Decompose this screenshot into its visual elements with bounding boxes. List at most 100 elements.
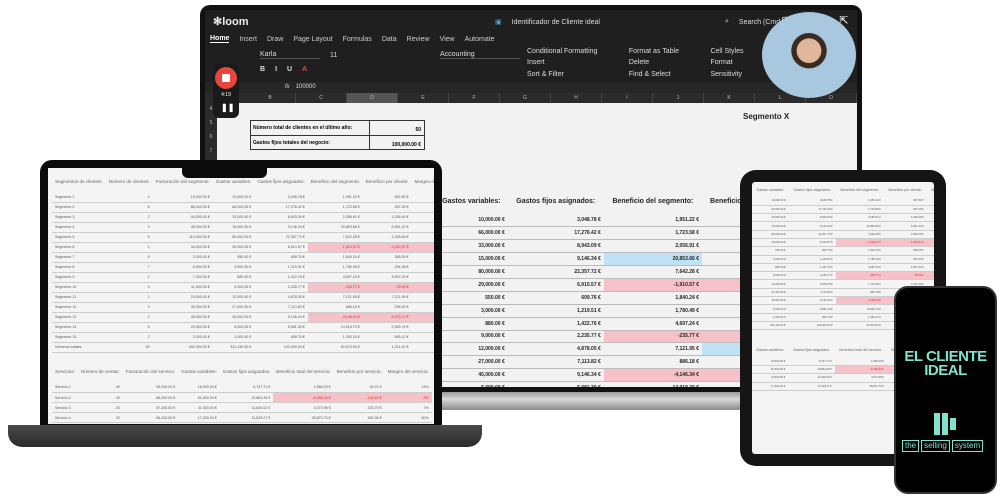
table-cell[interactable]: 9,000.00 € bbox=[212, 282, 255, 293]
table-cell[interactable]: 7% bbox=[926, 230, 934, 240]
table-cell[interactable]: 1,780.49 € bbox=[307, 262, 363, 273]
table-cell[interactable]: 1,840.24 € bbox=[835, 246, 884, 256]
find-select-button[interactable]: Find & Select bbox=[629, 71, 703, 80]
table-cell[interactable]: 67% bbox=[926, 263, 934, 273]
table-cell[interactable]: 45,000.00 € bbox=[435, 368, 508, 383]
tab-formulas[interactable]: Formulas bbox=[343, 36, 372, 43]
table-cell[interactable]: 3,048.78 € bbox=[507, 214, 604, 228]
table-cell[interactable]: 60,570.00 € bbox=[835, 321, 884, 331]
formula-bar[interactable]: fx 100000 bbox=[205, 82, 857, 93]
table-cell[interactable]: 33,000.00 € bbox=[752, 213, 789, 223]
table-cell[interactable]: 2,056.91 € bbox=[835, 213, 884, 223]
table-cell[interactable]: 22,357.72 € bbox=[254, 232, 308, 243]
table-cell[interactable]: 46% bbox=[411, 222, 434, 233]
table-cell[interactable]: 100,000.00 € bbox=[254, 342, 308, 353]
table-cell[interactable]: 27,000.00 € bbox=[435, 355, 508, 370]
table-cell[interactable]: -4,146.34 € bbox=[835, 296, 884, 306]
table-cell[interactable]: 2% bbox=[926, 205, 934, 215]
table-cell[interactable]: 7% bbox=[411, 232, 434, 243]
table-cell[interactable]: 66,000.00 € bbox=[435, 226, 508, 241]
table-cell[interactable]: 886.18 € bbox=[307, 302, 363, 313]
table-cell[interactable]: 609.76 € bbox=[254, 252, 308, 263]
table-cell[interactable]: 1,840.24 € bbox=[603, 291, 702, 305]
column-header-H[interactable]: H bbox=[551, 93, 602, 103]
table-cell[interactable]: -78.59 € bbox=[883, 271, 927, 281]
table-cell[interactable]: 9,146.34 € bbox=[788, 296, 836, 306]
table-cell[interactable]: 609.76 € bbox=[507, 291, 604, 305]
table-cell[interactable]: 6,951.22 € bbox=[883, 221, 927, 231]
table-cell[interactable]: 46% bbox=[926, 221, 934, 231]
tab-view[interactable]: View bbox=[440, 36, 455, 43]
table-cell[interactable]: 3,000.00 € bbox=[435, 304, 508, 318]
table-cell[interactable]: 20,853.66 € bbox=[835, 221, 884, 231]
table-cell[interactable]: 9,000.00 € bbox=[752, 271, 789, 281]
table-cell[interactable]: 13% bbox=[926, 197, 934, 206]
table-cell[interactable]: Segmento 5 bbox=[52, 232, 106, 243]
table-cell[interactable]: 3,048.78 € bbox=[788, 197, 836, 206]
table-cell[interactable]: 1,390.24 € bbox=[307, 332, 363, 343]
table-cell[interactable]: 14,918.70 € bbox=[835, 304, 884, 314]
table-cell[interactable]: 1,000.00 € bbox=[752, 313, 789, 322]
table-cell[interactable]: 4,878.05 € bbox=[254, 292, 308, 303]
table-cell[interactable]: 2% bbox=[411, 202, 434, 213]
table-cell[interactable]: 8,943.09 € bbox=[507, 239, 604, 254]
table-cell[interactable]: 5,081.30 € bbox=[254, 322, 308, 333]
table-cell[interactable]: 9,000.00 € bbox=[435, 330, 508, 344]
table-cell[interactable]: 11,626.02 € bbox=[219, 402, 274, 413]
info-value[interactable]: 50 bbox=[369, 121, 424, 135]
table-cell[interactable]: 4,697.24 € bbox=[362, 272, 412, 283]
table-cell[interactable]: Servicio 3 bbox=[52, 402, 78, 413]
table-cell[interactable]: 9,146.34 € bbox=[254, 222, 308, 233]
info-value[interactable]: 100,000.00 € bbox=[369, 136, 424, 149]
table-cell[interactable]: 60% bbox=[411, 322, 434, 333]
table-cell[interactable]: 81,500.00 € bbox=[752, 365, 789, 375]
table-cell[interactable]: 1,211.40 € bbox=[362, 342, 412, 353]
table-cell[interactable]: 3,000.00 € bbox=[752, 255, 789, 264]
table-cell[interactable]: Segmento 6 bbox=[52, 242, 106, 253]
table-cell[interactable]: 28,870.73 € bbox=[273, 412, 334, 423]
table-cell[interactable]: 17,276.42 € bbox=[254, 202, 308, 213]
table-cell[interactable]: 20 bbox=[77, 402, 123, 413]
table-cell[interactable]: 2 bbox=[105, 212, 153, 223]
table-cell[interactable]: 100,000.00 € bbox=[788, 321, 836, 331]
column-header-K[interactable]: K bbox=[704, 93, 755, 103]
table-cell[interactable]: 15,000.00 € bbox=[435, 252, 508, 267]
table-cell[interactable]: 1 bbox=[105, 242, 153, 253]
table-cell[interactable]: 45,000.00 € bbox=[152, 312, 213, 323]
table-cell[interactable]: 3,048.78 € bbox=[254, 192, 308, 203]
table-cell[interactable]: 17,000.00 € bbox=[752, 382, 789, 391]
table-cell[interactable]: 86,200.00 € bbox=[122, 392, 179, 403]
table-cell[interactable]: 7,121.95 € bbox=[307, 292, 363, 303]
table-cell[interactable]: 609.76 € bbox=[254, 332, 308, 343]
column-header-B[interactable]: B bbox=[245, 93, 296, 103]
table-cell[interactable]: 15,000.00 € bbox=[212, 222, 255, 233]
table-cell[interactable]: 1 bbox=[105, 292, 153, 303]
table-cell[interactable]: 80,000.00 € bbox=[212, 232, 255, 243]
table-cell[interactable]: Servicio 4 bbox=[52, 412, 78, 423]
italic-button[interactable]: I bbox=[275, 66, 277, 73]
table-cell[interactable]: 1,219.51 € bbox=[254, 262, 308, 273]
table-cell[interactable]: 1,028.46 € bbox=[362, 212, 412, 223]
table-cell[interactable]: 12,000.00 € bbox=[212, 292, 255, 303]
table-cell[interactable]: 5 bbox=[105, 322, 153, 333]
table-cell[interactable]: 3,000.00 € bbox=[212, 262, 255, 273]
table-cell[interactable]: -235.77 € bbox=[835, 271, 884, 281]
table-cell[interactable]: -5,258.39 € bbox=[273, 392, 334, 403]
insert-button[interactable]: Insert bbox=[527, 59, 621, 68]
table-cell[interactable]: 331,430.00 € bbox=[752, 321, 789, 331]
table-cell[interactable]: 19,864.25 € bbox=[788, 365, 835, 375]
table-cell[interactable]: 203.70 € bbox=[333, 402, 385, 413]
table-cell[interactable]: 15,000.00 € bbox=[752, 221, 789, 231]
table-cell[interactable]: Segmento 1 bbox=[52, 192, 106, 203]
table-cell[interactable]: 3 bbox=[105, 282, 153, 293]
table-cell[interactable]: 487.80 € bbox=[362, 192, 412, 203]
table-cell[interactable]: 30% bbox=[411, 292, 434, 303]
table-cell[interactable]: 3% bbox=[411, 302, 434, 313]
table-cell[interactable]: 5,000.00 € bbox=[752, 304, 789, 314]
row-header[interactable]: 6 bbox=[205, 131, 217, 143]
column-header-E[interactable]: E bbox=[398, 93, 449, 103]
table-cell[interactable]: 1,951.22 € bbox=[307, 192, 363, 203]
sensitivity-button[interactable]: Sensitivity bbox=[710, 71, 767, 80]
table-cell[interactable]: 1 bbox=[105, 272, 153, 283]
table-cell[interactable]: 1,723.58 € bbox=[307, 202, 363, 213]
